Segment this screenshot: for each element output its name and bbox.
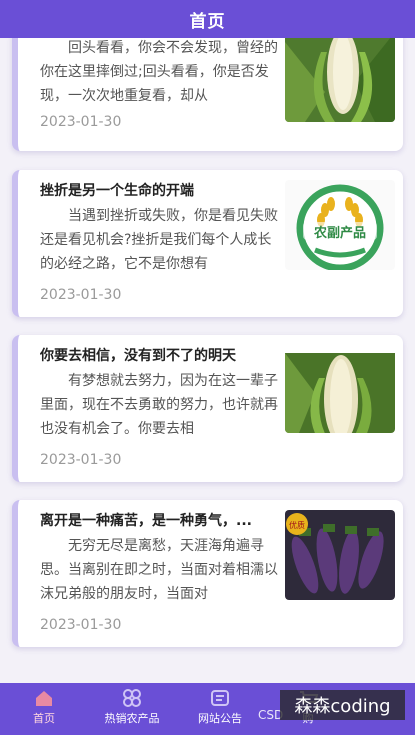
article-thumbnail-farm-logo[interactable]: 农副产品: [285, 180, 395, 270]
article-title: 挫折是另一个生命的开端: [40, 183, 194, 199]
article-card[interactable]: 离开是一种痛苦，是一种勇气，... 无穷无尽是离愁，天涯海角遍寻思。当离别在即之…: [12, 500, 403, 647]
article-title: 你要去相信，没有到不了的明天: [40, 348, 236, 364]
announcement-icon: [211, 690, 229, 706]
tab-label: 热销农产品: [104, 712, 160, 725]
farm-logo-text: 农副产品: [313, 225, 366, 241]
tab-announcements[interactable]: 网站公告: [176, 683, 264, 735]
article-date: 2023-01-30: [40, 452, 122, 468]
article-date: 2023-01-30: [40, 617, 122, 633]
page-title: 首页: [189, 11, 226, 32]
article-summary: 回头看看，你会不会发现，曾经的你在这里摔倒过;回头看看，你是否发现，一次次地重复…: [40, 40, 278, 104]
article-card[interactable]: 回头看看，你会不会发现，曾经的你在这里摔倒过;回头看看，你是否发现，一次次地重复…: [12, 38, 403, 151]
tab-label: 网站公告: [198, 712, 242, 725]
article-date: 2023-01-30: [40, 287, 122, 303]
article-summary: 有梦想就去努力，因为在这一辈子里面，现在不去勇敢的努力，也许就再也没有机会了。你…: [40, 373, 278, 437]
grid-icon: [123, 689, 141, 707]
article-card[interactable]: 挫折是另一个生命的开端 当遇到挫折或失败，你是看见失败还是看见机会?挫折是我们每…: [12, 170, 403, 317]
article-title: 离开是一种痛苦，是一种勇气，...: [40, 513, 252, 529]
article-date: 2023-01-30: [40, 114, 122, 130]
quality-badge: 优质: [289, 520, 305, 530]
article-thumbnail-eggplant[interactable]: 优质: [285, 510, 395, 600]
tab-home[interactable]: 首页: [0, 683, 88, 735]
article-card[interactable]: 你要去相信，没有到不了的明天 有梦想就去努力，因为在这一辈子里面，现在不去勇敢的…: [12, 335, 403, 482]
home-icon: [36, 691, 52, 706]
tab-label: 首页: [33, 712, 55, 725]
tab-hot-products[interactable]: 热销农产品: [88, 683, 176, 735]
author-watermark: 森森coding: [280, 690, 405, 720]
page-header: 首页: [0, 0, 415, 38]
article-thumbnail-corn[interactable]: [285, 343, 395, 433]
article-list[interactable]: 回头看看，你会不会发现，曾经的你在这里摔倒过;回头看看，你是否发现，一次次地重复…: [0, 38, 415, 683]
article-summary: 当遇到挫折或失败，你是看见失败还是看见机会?挫折是我们每个人成长的必经之路，它不…: [40, 208, 278, 272]
article-summary: 无穷无尽是离愁，天涯海角遍寻思。当离别在即之时，当面对着相濡以沫兄弟般的朋友时，…: [40, 538, 278, 602]
article-thumbnail-corn[interactable]: [285, 38, 395, 122]
